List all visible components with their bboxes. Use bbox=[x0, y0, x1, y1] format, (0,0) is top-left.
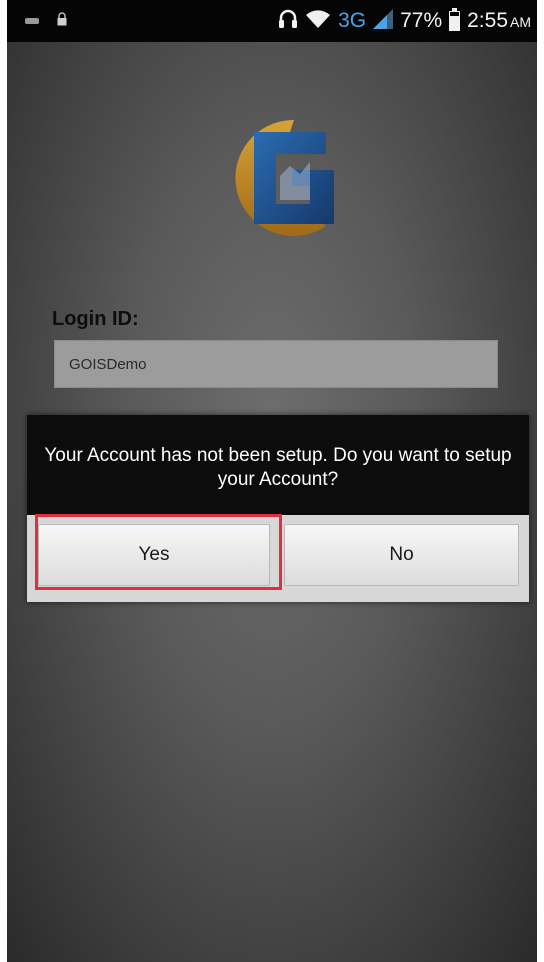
login-id-label: Login ID: bbox=[52, 308, 139, 330]
battery-icon bbox=[449, 8, 461, 31]
status-right-icons: 3G 77% 2:55 AM bbox=[278, 6, 531, 36]
notification-icon bbox=[25, 13, 39, 31]
yes-button[interactable]: Yes bbox=[38, 524, 270, 586]
network-type-label: 3G bbox=[338, 9, 367, 32]
dialog-button-bar: Yes No bbox=[27, 515, 529, 602]
headset-icon bbox=[278, 8, 298, 35]
setup-account-dialog: Your Account has not been setup. Do you … bbox=[27, 415, 529, 602]
lock-icon bbox=[57, 12, 67, 31]
clock-time: 2:55 bbox=[467, 9, 508, 32]
no-button[interactable]: No bbox=[284, 524, 519, 586]
login-id-input[interactable]: GOISDemo bbox=[54, 340, 498, 388]
battery-percent: 77% bbox=[400, 9, 443, 32]
status-bar: 3G 77% 2:55 AM bbox=[7, 0, 537, 42]
phone-screen: 3G 77% 2:55 AM Login ID: GOISDemo Your A… bbox=[7, 0, 537, 962]
signal-icon bbox=[373, 8, 394, 34]
dialog-message: Your Account has not been setup. Do you … bbox=[27, 415, 529, 515]
clock: 2:55 AM bbox=[467, 9, 531, 33]
wifi-icon bbox=[305, 9, 331, 34]
app-logo bbox=[206, 108, 346, 248]
clock-ampm: AM bbox=[510, 14, 531, 30]
status-left-icons bbox=[25, 12, 67, 31]
battery-fill bbox=[450, 16, 460, 30]
